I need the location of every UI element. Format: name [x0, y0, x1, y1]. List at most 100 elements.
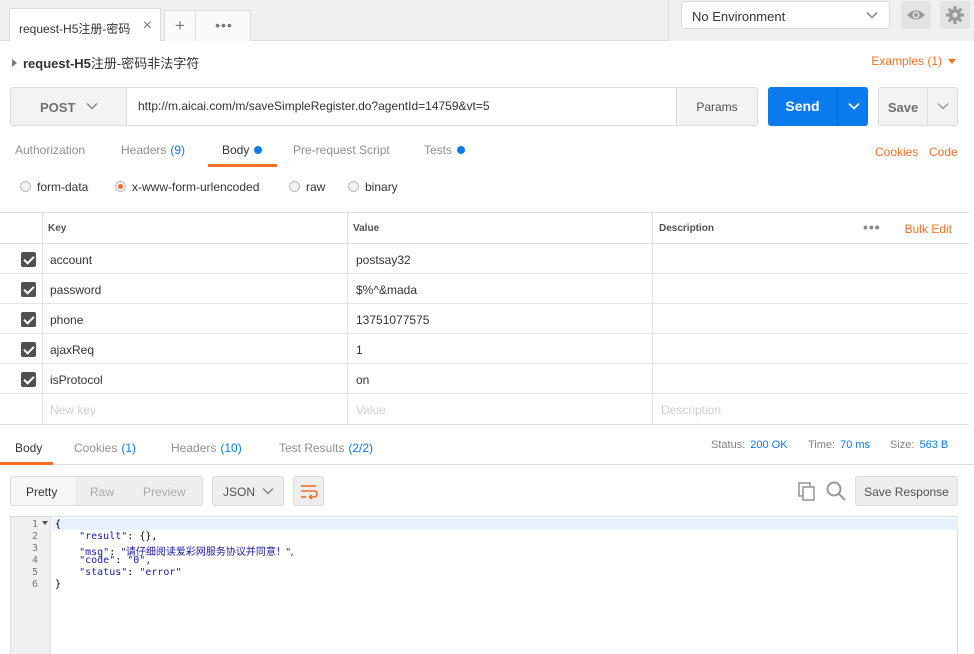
code-link[interactable]: Code	[929, 145, 958, 159]
new-key-input[interactable]: New key	[50, 403, 96, 417]
radio-form-data[interactable]: form-data	[20, 180, 88, 194]
line-number: 5	[31, 567, 38, 578]
headers-count: (9)	[170, 143, 186, 157]
radio-binary[interactable]: binary	[348, 180, 398, 194]
plus-icon[interactable]: +	[165, 11, 196, 41]
chevron-down-icon	[847, 99, 861, 116]
row-value-cell[interactable]: 13751077575	[356, 313, 429, 327]
row-key-cell[interactable]: ajaxReq	[50, 343, 94, 357]
time-info: Time: 70 ms	[808, 439, 870, 451]
caret-down-icon	[948, 59, 956, 64]
row-key-cell[interactable]: isProtocol	[50, 373, 103, 387]
table-row: ajaxReq 1	[0, 334, 969, 364]
eye-icon[interactable]	[901, 1, 931, 29]
line-number: 2	[31, 531, 38, 542]
examples-label: Examples (1)	[871, 54, 942, 68]
code-line: {	[55, 519, 61, 530]
caret-right-icon	[12, 59, 17, 67]
chevron-down-icon	[936, 99, 950, 116]
tab-headers[interactable]: Headers (9)	[121, 143, 185, 157]
wrap-icon[interactable]	[293, 476, 324, 506]
examples-dropdown[interactable]: Examples (1)	[871, 54, 956, 68]
new-value-input[interactable]: Value	[356, 403, 386, 417]
active-tab-underline	[0, 462, 53, 465]
radio-label: raw	[306, 180, 326, 194]
tab-body[interactable]: Body	[222, 143, 263, 157]
checkbox-icon[interactable]	[21, 342, 36, 357]
table-row: password $%^&mada	[0, 274, 969, 304]
row-value-cell[interactable]: $%^&mada	[356, 283, 417, 297]
format-select[interactable]: JSON	[212, 476, 284, 506]
response-tab-cookies[interactable]: Cookies (1)	[74, 441, 136, 455]
response-headers-count: (10)	[220, 441, 242, 455]
url-input[interactable]: http://m.aicai.com/m/saveSimpleRegister.…	[126, 87, 677, 126]
row-value-cell[interactable]: postsay32	[356, 253, 411, 267]
save-dropdown-button[interactable]	[927, 87, 958, 126]
checkbox-icon[interactable]	[21, 252, 36, 267]
request-title[interactable]: request-H5注册-密码非法字符	[12, 53, 199, 72]
response-tab-body[interactable]: Body	[15, 441, 42, 455]
radio-raw[interactable]: raw	[289, 180, 325, 194]
params-button[interactable]: Params	[676, 87, 758, 126]
cookies-link[interactable]: Cookies	[875, 145, 918, 159]
view-raw-button[interactable]: Raw	[90, 485, 114, 499]
bulk-edit-link[interactable]: Bulk Edit	[905, 222, 952, 236]
tab-tests[interactable]: Tests	[424, 143, 466, 157]
radio-urlencoded[interactable]: x-www-form-urlencoded	[115, 180, 259, 194]
row-key-cell[interactable]: password	[50, 283, 101, 297]
active-tab-underline	[208, 164, 277, 167]
new-row: New key Value Description	[0, 394, 969, 424]
environment-select[interactable]: No Environment	[681, 1, 890, 29]
new-description-input[interactable]: Description	[661, 403, 721, 417]
table-row: account postsay32	[0, 244, 969, 274]
line-number: 1	[31, 519, 38, 530]
save-response-button[interactable]: Save Response	[855, 476, 958, 506]
send-dropdown-button[interactable]	[837, 87, 868, 126]
active-line-highlight	[52, 518, 958, 530]
code-key: "result"	[79, 531, 128, 542]
save-button[interactable]: Save	[878, 87, 928, 126]
checkbox-icon[interactable]	[21, 372, 36, 387]
send-button[interactable]: Send	[768, 87, 837, 126]
response-cookies-label: Cookies	[74, 441, 118, 455]
column-value: Value	[353, 223, 380, 234]
row-value-cell[interactable]: on	[356, 373, 369, 387]
view-pretty-button[interactable]: Pretty	[26, 485, 57, 499]
tab-tests-label: Tests	[424, 143, 453, 157]
checkbox-icon[interactable]	[21, 312, 36, 327]
checkbox-icon[interactable]	[21, 282, 36, 297]
request-tab[interactable]: request-H5注册-密码非法字符 ×	[9, 8, 161, 41]
environment-area: No Environment	[668, 0, 974, 41]
copy-icon[interactable]	[796, 480, 818, 505]
code-line: "result": {},	[79, 531, 158, 542]
view-preview-button[interactable]: Preview	[143, 485, 186, 499]
code-line: "status": "error"	[79, 567, 182, 578]
row-key-cell[interactable]: phone	[50, 313, 83, 327]
radio-label: form-data	[37, 180, 89, 194]
tab-body-label: Body	[222, 143, 250, 157]
close-icon[interactable]: ×	[143, 17, 152, 35]
gear-icon[interactable]	[940, 1, 970, 29]
tests-indicator-dot	[457, 146, 466, 154]
row-key-cell[interactable]: account	[50, 253, 92, 267]
response-tab-test-results[interactable]: Test Results (2/2)	[279, 441, 373, 455]
tab-prerequest-script[interactable]: Pre-request Script	[293, 143, 390, 157]
code-key: "code"	[79, 555, 116, 566]
tab-authorization[interactable]: Authorization	[15, 143, 85, 157]
code-token: }	[55, 579, 62, 590]
response-tab-headers[interactable]: Headers (10)	[171, 441, 242, 455]
search-icon[interactable]	[825, 480, 847, 505]
code-value: "0",	[127, 555, 152, 566]
status-label: Status:	[711, 439, 746, 451]
test-results-label: Test Results	[279, 441, 345, 455]
row-value-cell[interactable]: 1	[356, 343, 363, 357]
more-icon[interactable]: •••	[863, 219, 881, 235]
method-select[interactable]: POST	[10, 87, 127, 126]
body-indicator-dot	[254, 146, 263, 154]
response-body-editor[interactable]: 1 2 3 4 5 6 { "result": {}, "msg": "请仔细阅…	[10, 516, 958, 654]
size-info: Size: 563 B	[890, 439, 948, 451]
line-number: 3	[31, 543, 38, 554]
more-icon[interactable]: •••	[199, 11, 249, 41]
response-tabs: Body Cookies (1) Headers (10) Test Results…	[0, 430, 974, 465]
fold-arrow-icon[interactable]	[42, 521, 48, 525]
